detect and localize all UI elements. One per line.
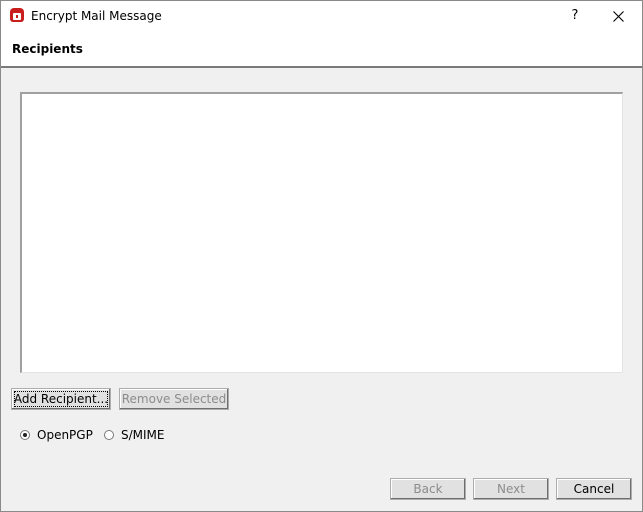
encrypt-mail-dialog: Encrypt Mail Message ? Recipients Add Re… bbox=[0, 0, 643, 512]
wizard-header: Recipients bbox=[1, 33, 642, 68]
remove-selected-button[interactable]: Remove Selected bbox=[119, 388, 229, 410]
next-button[interactable]: Next bbox=[473, 478, 549, 500]
help-button[interactable]: ? bbox=[561, 3, 589, 29]
close-button[interactable] bbox=[601, 3, 635, 29]
back-button[interactable]: Back bbox=[390, 478, 466, 500]
smime-radio[interactable]: S/MIME bbox=[104, 427, 174, 445]
window-title: Encrypt Mail Message bbox=[31, 9, 162, 23]
openpgp-radio[interactable]: OpenPGP bbox=[20, 427, 100, 445]
smime-radio-indicator[interactable] bbox=[104, 430, 114, 440]
cancel-button[interactable]: Cancel bbox=[556, 478, 632, 500]
app-icon bbox=[10, 8, 24, 22]
recipients-list[interactable] bbox=[20, 92, 623, 373]
add-recipient-button[interactable]: Add Recipient... bbox=[11, 388, 111, 410]
title-bar: Encrypt Mail Message ? bbox=[1, 1, 642, 33]
openpgp-radio-indicator[interactable] bbox=[20, 430, 30, 440]
smime-label: S/MIME bbox=[121, 428, 165, 442]
close-icon bbox=[613, 11, 624, 22]
page-title: Recipients bbox=[12, 42, 83, 56]
openpgp-label: OpenPGP bbox=[37, 428, 93, 442]
